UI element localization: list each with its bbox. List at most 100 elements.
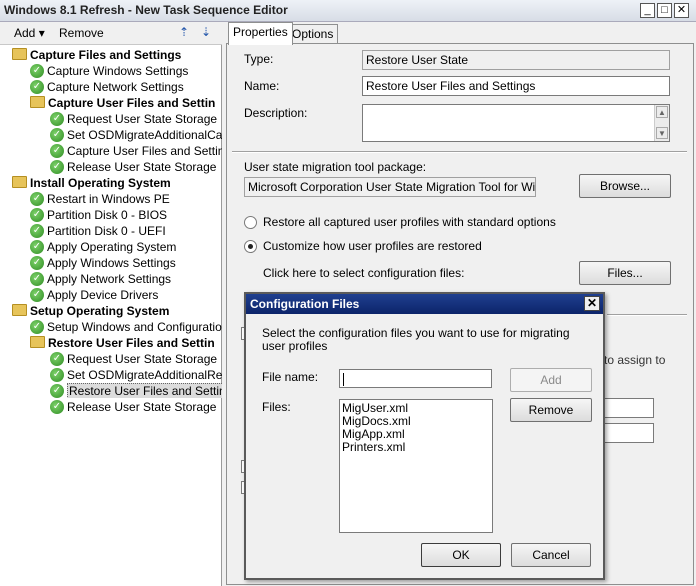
package-field: Microsoft Corporation User State Migrati…	[244, 177, 536, 197]
tree-step[interactable]: ✓ Apply Windows Settings	[30, 254, 222, 270]
check-icon: ✓	[50, 383, 64, 398]
tree-step[interactable]: ✓ Capture Windows Settings	[30, 62, 222, 78]
scroll-up-icon[interactable]: ▲	[656, 106, 668, 118]
scroll-down-icon[interactable]: ▼	[656, 127, 668, 139]
tree-step[interactable]: ✓ Restore User Files and Setting	[50, 382, 222, 398]
tree-item-label: Partition Disk 0 - BIOS	[47, 207, 168, 222]
check-icon: ✓	[50, 351, 64, 366]
tree-item-label: Capture User Files and Setting	[67, 143, 222, 158]
tree-item-label: Request User State Storage	[67, 111, 218, 126]
tree-item-label: Capture Network Settings	[47, 79, 184, 94]
tree-step[interactable]: ✓ Set OSDMigrateAdditionalCapt	[50, 126, 222, 142]
tree-group[interactable]: Capture Files and Settings	[12, 46, 222, 62]
folder-icon	[12, 175, 27, 188]
tree-step[interactable]: ✓ Set OSDMigrateAdditionalRes	[50, 366, 222, 382]
toolbar: Add ▾ Remove ⇡ ⇣	[0, 22, 222, 45]
close-button[interactable]: ✕	[674, 3, 689, 18]
check-icon: ✓	[30, 319, 44, 334]
tree-step[interactable]: ✓ Release User State Storage	[50, 398, 222, 414]
folder-icon	[12, 303, 27, 316]
list-item[interactable]: Printers.xml	[342, 441, 490, 454]
customize-label: Customize how user profiles are restored	[263, 239, 482, 253]
folder-icon	[12, 47, 27, 60]
tree-item-label: Partition Disk 0 - UEFI	[47, 223, 166, 238]
check-icon: ✓	[30, 287, 44, 302]
tree-item-label: Setup Operating System	[30, 303, 170, 318]
tree-item-label: Apply Network Settings	[47, 271, 172, 286]
tree-step[interactable]: ✓ Partition Disk 0 - UEFI	[30, 222, 222, 238]
tree-step[interactable]: ✓ Restart in Windows PE	[30, 190, 222, 206]
configuration-files-dialog: Configuration Files ✕ Select the configu…	[244, 292, 605, 580]
tree-group[interactable]: Restore User Files and Settin	[30, 334, 222, 350]
tree-item-label: Capture Files and Settings	[30, 47, 182, 62]
tree-step[interactable]: ✓ Release User State Storage	[50, 158, 222, 174]
description-scrollbar[interactable]: ▲ ▼	[654, 105, 669, 141]
package-label: User state migration tool package:	[244, 160, 427, 174]
tree-step[interactable]: ✓ Apply Operating System	[30, 238, 222, 254]
maximize-button[interactable]: □	[657, 3, 672, 18]
files-label: Files:	[262, 400, 291, 414]
remove-button[interactable]: Remove	[57, 25, 106, 41]
restore-all-radio[interactable]	[244, 216, 257, 229]
files-listbox[interactable]: MigUser.xml MigDocs.xml MigApp.xml Print…	[339, 399, 493, 533]
tree-step[interactable]: ✓ Request User State Storage	[50, 350, 222, 366]
divider-partial	[607, 314, 687, 316]
check-icon: ✓	[50, 367, 64, 382]
tree-item-label: Restore User Files and Settin	[48, 335, 215, 350]
tab-properties[interactable]: Properties	[228, 22, 293, 45]
partial-field-1[interactable]	[604, 398, 654, 418]
move-down-icon[interactable]: ⇣	[199, 25, 213, 39]
check-icon: ✓	[50, 399, 64, 414]
dialog-instruction: Select the configuration files you want …	[262, 326, 570, 353]
check-icon: ✓	[30, 207, 44, 222]
tree-item-label: Release User State Storage	[67, 159, 217, 174]
tree-step[interactable]: ✓ Capture Network Settings	[30, 78, 222, 94]
tree-item-label: Capture Windows Settings	[47, 63, 189, 78]
tree-item-label: Set OSDMigrateAdditionalRes	[67, 367, 222, 382]
tree-item-label: Restart in Windows PE	[47, 191, 170, 206]
customize-radio[interactable]	[244, 240, 257, 253]
check-icon: ✓	[50, 143, 64, 158]
cancel-button[interactable]: Cancel	[511, 543, 591, 567]
check-icon: ✓	[30, 79, 44, 94]
tree-step[interactable]: ✓ Setup Windows and Configuration	[30, 318, 222, 334]
move-up-icon[interactable]: ⇡	[177, 25, 191, 39]
check-icon: ✓	[50, 127, 64, 142]
window-title: Windows 8.1 Refresh - New Task Sequence …	[4, 3, 288, 17]
task-sequence-pane: Add ▾ Remove ⇡ ⇣ Capture Files and Setti…	[0, 22, 222, 586]
filename-label: File name:	[262, 370, 319, 384]
check-icon: ✓	[30, 191, 44, 206]
add-menu-button[interactable]: Add ▾	[12, 25, 47, 41]
tree-item-label: Release User State Storage	[67, 399, 217, 414]
tree-group[interactable]: Capture User Files and Settin	[30, 94, 222, 110]
restore-all-label: Restore all captured user profiles with …	[263, 215, 556, 229]
dialog-close-button[interactable]: ✕	[584, 296, 600, 311]
ok-button[interactable]: OK	[421, 543, 501, 567]
tree-group[interactable]: Install Operating System	[12, 174, 222, 190]
description-field[interactable]	[362, 104, 670, 142]
tree-step[interactable]: ✓ Apply Network Settings	[30, 270, 222, 286]
tree-group[interactable]: Setup Operating System	[12, 302, 222, 318]
remove-file-button[interactable]: Remove	[510, 398, 592, 422]
title-bar: Windows 8.1 Refresh - New Task Sequence …	[0, 0, 696, 22]
add-file-button[interactable]: Add	[510, 368, 592, 392]
filename-input[interactable]	[339, 369, 492, 388]
tree-step[interactable]: ✓ Request User State Storage	[50, 110, 222, 126]
name-field[interactable]: Restore User Files and Settings	[362, 76, 670, 96]
tab-options[interactable]: Options	[287, 24, 339, 44]
tree-item-label: Capture User Files and Settin	[48, 95, 216, 110]
tree-step[interactable]: ✓ Apply Device Drivers	[30, 286, 222, 302]
browse-button[interactable]: Browse...	[579, 174, 671, 198]
check-icon: ✓	[30, 255, 44, 270]
tree-item-label: Apply Device Drivers	[47, 287, 159, 302]
files-button[interactable]: Files...	[579, 261, 671, 285]
type-field: Restore User State	[362, 50, 670, 70]
minimize-button[interactable]: _	[640, 3, 655, 18]
tree-step[interactable]: ✓ Partition Disk 0 - BIOS	[30, 206, 222, 222]
check-icon: ✓	[50, 111, 64, 126]
tree-item-label: Apply Operating System	[47, 239, 177, 254]
tree-step[interactable]: ✓ Capture User Files and Setting	[50, 142, 222, 158]
tree-item-label: Set OSDMigrateAdditionalCapt	[67, 127, 222, 142]
partial-field-2[interactable]	[604, 423, 654, 443]
tree-item-label: Setup Windows and Configuration	[47, 319, 222, 334]
